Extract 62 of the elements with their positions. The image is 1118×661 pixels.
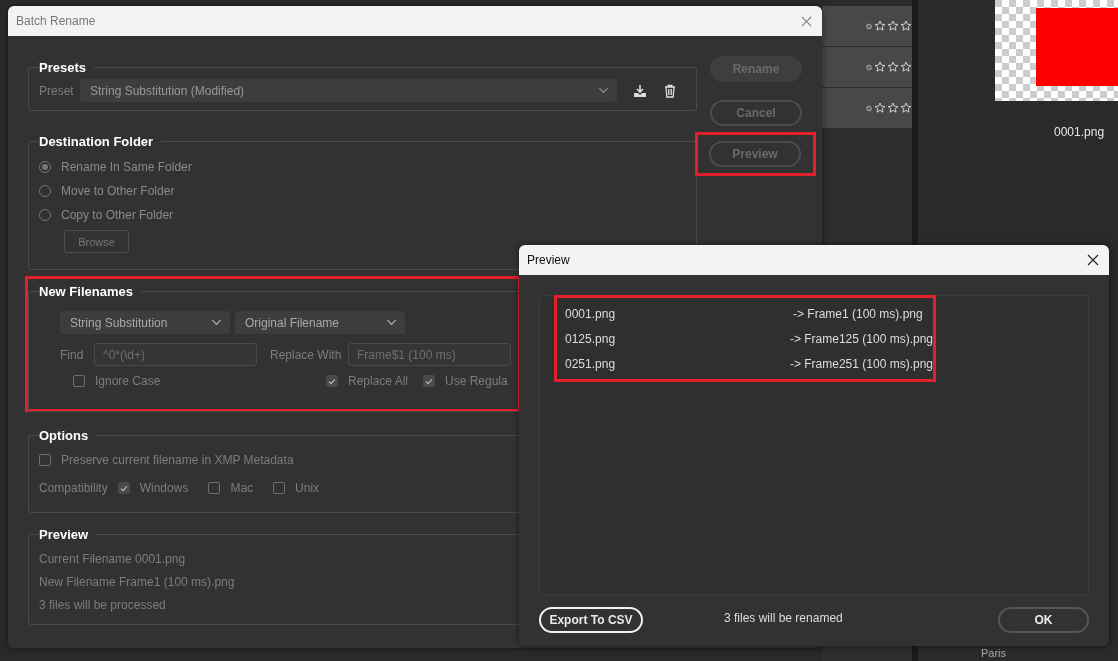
file-row[interactable] <box>822 6 912 46</box>
star-icon[interactable] <box>887 102 899 114</box>
replace-label: Replace With <box>270 347 343 362</box>
radio-option[interactable]: Move to Other Folder <box>39 179 686 203</box>
radio-option[interactable]: Rename In Same Folder <box>39 155 686 179</box>
preview-text: New Filename Frame1 (100 ms).png <box>39 575 235 591</box>
section-title: Preview <box>39 527 90 542</box>
star-icon[interactable] <box>874 20 886 32</box>
folder-label[interactable]: Paris <box>981 647 1007 660</box>
star-icon[interactable] <box>900 20 912 32</box>
delete-icon[interactable] <box>663 83 677 98</box>
section-title: Destination Folder <box>39 134 155 149</box>
thumbnail-image[interactable] <box>995 0 1118 101</box>
star-icon[interactable] <box>887 61 899 73</box>
compatibility-label: Compatibility <box>39 481 108 495</box>
export-button[interactable]: Export To CSV <box>539 607 643 633</box>
star-icon[interactable] <box>887 20 899 32</box>
checkbox-option[interactable]: Preserve current filename in XMP Metadata <box>39 453 294 467</box>
checkbox-option[interactable]: Ignore Case <box>73 374 161 388</box>
new-filename: -> Frame125 (100 ms).png <box>789 331 933 346</box>
new-filename: -> Frame251 (100 ms).png <box>789 356 933 371</box>
checkbox-option[interactable]: Replace All <box>326 374 409 388</box>
checkbox-option[interactable]: Unix <box>273 481 320 495</box>
window-title: Batch Rename <box>16 14 96 28</box>
find-label: Find <box>60 347 85 362</box>
preview-text: Current Filename 0001.png <box>39 552 186 568</box>
preset-dropdown[interactable]: String Substitution (Modified) <box>80 79 617 102</box>
replace-field[interactable]: Frame$1 (100 ms) <box>348 343 511 366</box>
original-filename: 0001.png <box>565 306 617 321</box>
section-title: Presets <box>39 60 87 75</box>
action-button[interactable]: Cancel <box>710 100 802 126</box>
action-button[interactable]: Preview <box>709 141 801 167</box>
star-icon[interactable] <box>874 102 886 114</box>
original-filename: 0125.png <box>565 331 617 346</box>
close-icon[interactable] <box>1087 254 1099 266</box>
new-filename: -> Frame1 (100 ms).png <box>793 306 923 321</box>
find-field[interactable]: ^0*(\d+) <box>94 343 257 366</box>
file-row[interactable] <box>822 88 912 128</box>
ok-button[interactable]: OK <box>998 607 1089 633</box>
window-title: Preview <box>527 253 570 267</box>
file-row[interactable] <box>822 47 912 87</box>
chevron-icon <box>598 87 609 94</box>
source-dropdown[interactable]: Original Filename <box>235 311 405 334</box>
chevron-icon <box>386 319 397 326</box>
section-title: New Filenames <box>39 284 134 299</box>
star-icon[interactable] <box>874 61 886 73</box>
method-dropdown[interactable]: String Substitution <box>60 311 230 334</box>
star-icon[interactable] <box>900 102 912 114</box>
preset-label: Preset <box>39 83 75 98</box>
radio-option[interactable]: Copy to Other Folder <box>39 203 686 227</box>
checkbox-option[interactable]: Use Regula <box>423 374 508 388</box>
checkbox-option[interactable]: Windows <box>117 481 189 495</box>
thumbnail-caption: 0001.png <box>1054 125 1105 139</box>
browse-button[interactable]: Browse <box>64 230 129 253</box>
section-title: Options <box>39 428 90 443</box>
summary-text: 3 files will be renamed <box>724 611 843 625</box>
preview-text: 3 files will be processed <box>39 598 166 614</box>
checkbox-option[interactable]: Mac <box>208 481 254 495</box>
download-icon[interactable] <box>633 83 647 98</box>
star-icon[interactable] <box>900 61 912 73</box>
original-filename: 0251.png <box>565 356 617 371</box>
chevron-icon <box>211 319 222 326</box>
